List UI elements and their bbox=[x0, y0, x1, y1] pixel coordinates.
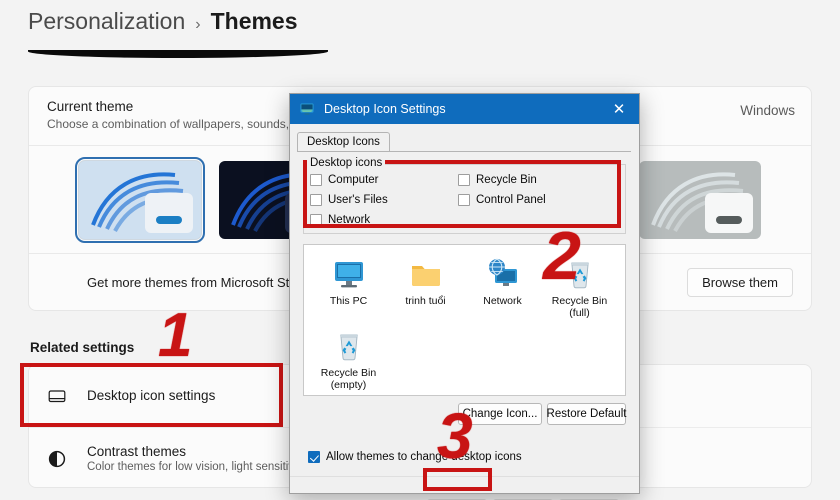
checkbox-box-control-panel[interactable] bbox=[458, 194, 470, 206]
checkbox-box-recycle-bin[interactable] bbox=[458, 174, 470, 186]
preview-icon-network[interactable]: Network bbox=[464, 253, 541, 325]
allow-themes-label: Allow themes to change desktop icons bbox=[326, 451, 522, 463]
sidebar-item-texts: Desktop icon settings bbox=[87, 387, 215, 405]
desktop-icon-settings-dialog: Desktop Icon Settings ✕ Desktop Icons De… bbox=[289, 93, 640, 500]
desktop-icons-group-label: Desktop icons bbox=[307, 157, 386, 169]
recycle-bin-icon bbox=[563, 257, 597, 291]
sidebar-item-label: Contrast themes bbox=[87, 444, 187, 459]
mini-window-preview bbox=[145, 193, 193, 233]
dialog-footer: OK Cancel Apply bbox=[290, 477, 639, 500]
page-title: Themes bbox=[210, 8, 298, 34]
browse-themes-button[interactable]: Browse them bbox=[687, 268, 793, 297]
contrast-icon bbox=[47, 449, 81, 469]
tab-desktop-icons[interactable]: Desktop Icons bbox=[297, 132, 390, 151]
checkbox-users-files[interactable]: User's Files bbox=[310, 194, 458, 206]
checkbox-label-network: Network bbox=[328, 214, 371, 226]
checkbox-computer[interactable]: Computer bbox=[310, 174, 458, 186]
allow-themes-checkbox[interactable] bbox=[308, 451, 320, 463]
mini-taskbar bbox=[156, 216, 182, 224]
current-theme-title: Current theme bbox=[47, 99, 134, 114]
checkbox-recycle-bin[interactable]: Recycle Bin bbox=[458, 174, 618, 186]
checkbox-label-computer: Computer bbox=[328, 174, 379, 186]
preview-icon-label: Recycle Bin (empty) bbox=[320, 367, 377, 392]
annotation-step-1: 1 bbox=[158, 301, 193, 370]
preview-icon-this-pc[interactable]: This PC bbox=[310, 253, 387, 325]
sidebar-item-sublabel: Color themes for low vision, light sensi… bbox=[87, 461, 306, 473]
preview-icon-recycle-bin-empty[interactable]: Recycle Bin (empty) bbox=[310, 325, 387, 397]
tabstrip: Desktop Icons bbox=[297, 130, 390, 151]
sidebar-item-texts: Contrast themes Color themes for low vis… bbox=[87, 444, 306, 473]
mini-window-preview bbox=[705, 193, 753, 233]
breadcrumb: Personalization › Themes bbox=[28, 8, 298, 35]
checkbox-network[interactable]: Network bbox=[310, 214, 458, 226]
mini-taskbar bbox=[716, 216, 742, 224]
change-icon-button[interactable]: Change Icon... bbox=[458, 403, 542, 425]
preview-icon-recycle-bin-full[interactable]: Recycle Bin (full) bbox=[541, 253, 618, 325]
monitor-icon bbox=[332, 257, 366, 291]
scroll-indicator bbox=[28, 50, 328, 58]
checkbox-box-network[interactable] bbox=[310, 214, 322, 226]
preview-icon-label: This PC bbox=[329, 295, 368, 307]
theme-thumbnail-flow[interactable] bbox=[639, 161, 761, 239]
checkbox-box-users-files[interactable] bbox=[310, 194, 322, 206]
close-icon[interactable]: ✕ bbox=[599, 94, 639, 124]
dialog-title: Desktop Icon Settings bbox=[324, 102, 446, 116]
recycle-bin-icon bbox=[332, 329, 366, 363]
network-icon bbox=[486, 257, 520, 291]
restore-default-button[interactable]: Restore Default bbox=[547, 403, 626, 425]
sidebar-item-label: Desktop icon settings bbox=[87, 388, 216, 403]
preview-icon-label: Recycle Bin (full) bbox=[551, 295, 608, 320]
preview-icon-label: trinh tuổi bbox=[405, 295, 446, 307]
breadcrumb-parent[interactable]: Personalization bbox=[28, 8, 185, 35]
monitor-icon bbox=[47, 386, 81, 406]
icon-preview-grid: This PC trinh tuổi Network Recycle Bin (f… bbox=[310, 253, 618, 397]
related-settings-label: Related settings bbox=[30, 340, 135, 355]
preview-icon-trinh-tuoi[interactable]: trinh tuổi bbox=[387, 253, 464, 325]
get-more-themes-link[interactable]: Get more themes from Microsoft Stor bbox=[87, 275, 301, 290]
current-theme-name: Windows bbox=[740, 103, 795, 118]
dialog-body: Desktop Icons Desktop icons Computer Recy… bbox=[290, 124, 639, 500]
current-theme-header: Current theme Choose a combination of wa… bbox=[47, 99, 313, 131]
checkbox-label-control-panel: Control Panel bbox=[476, 194, 546, 206]
chevron-right-icon: › bbox=[195, 16, 201, 33]
allow-themes-checkbox-row[interactable]: Allow themes to change desktop icons bbox=[308, 451, 522, 463]
tab-underline bbox=[297, 151, 631, 152]
screen: Personalization › Themes Current theme C… bbox=[0, 0, 840, 500]
checkbox-box-computer[interactable] bbox=[310, 174, 322, 186]
checkbox-label-recycle-bin: Recycle Bin bbox=[476, 174, 537, 186]
checkbox-label-users-files: User's Files bbox=[328, 194, 388, 206]
checkbox-control-panel[interactable]: Control Panel bbox=[458, 194, 618, 206]
theme-thumbnail-windows-light[interactable] bbox=[75, 157, 205, 243]
icon-preview-box: This PC trinh tuổi Network Recycle Bin (f… bbox=[303, 244, 626, 396]
dialog-titlebar[interactable]: Desktop Icon Settings ✕ bbox=[290, 94, 639, 124]
preview-icon-label: Network bbox=[483, 295, 522, 307]
folder-icon bbox=[409, 257, 443, 291]
desktop-icons-checkbox-group: Computer Recycle Bin User's Files Control P… bbox=[310, 170, 620, 230]
monitor-settings-icon bbox=[298, 100, 316, 118]
current-theme-subtitle: Choose a combination of wallpapers, soun… bbox=[47, 117, 313, 131]
